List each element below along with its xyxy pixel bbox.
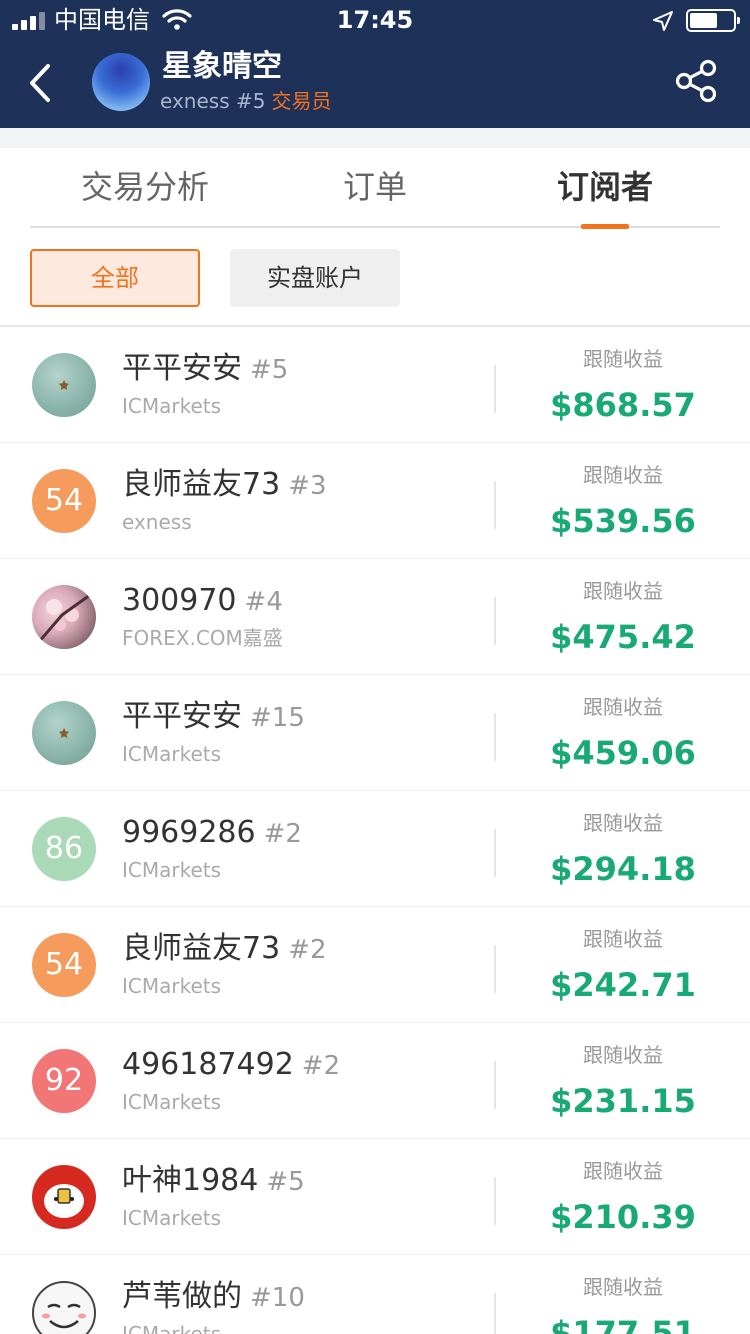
subscriber-row[interactable]: 300970 #4 FOREX.COM嘉盛 跟随收益 $475.42 <box>0 559 750 675</box>
follow-profit-label: 跟随收益 <box>583 695 663 719</box>
section-gap <box>0 128 750 148</box>
subscriber-row[interactable]: 叶神1984 #5 ICMarkets 跟随收益 $210.39 <box>0 1139 750 1255</box>
follow-profit-value: $231.15 <box>550 1082 696 1120</box>
follow-profit-value: $242.71 <box>550 966 696 1004</box>
follow-profit-value: $539.56 <box>550 502 696 540</box>
trader-role-badge: 交易员 <box>271 89 332 113</box>
back-arrow-icon[interactable] <box>22 58 62 108</box>
follow-profit-value: $294.18 <box>550 850 696 888</box>
subscriber-name: 良师益友73 #2 <box>122 931 327 966</box>
subscriber-name: 496187492 #2 <box>122 1047 341 1082</box>
subscriber-row[interactable]: 86 9969286 #2 ICMarkets 跟随收益 $294.18 <box>0 791 750 907</box>
subscriber-broker: ICMarkets <box>122 394 222 418</box>
follow-profit-value: $210.39 <box>550 1198 696 1236</box>
subscriber-rank: #5 <box>250 355 289 385</box>
star-icon <box>58 728 70 738</box>
subscriber-broker: exness <box>122 510 192 534</box>
active-tab-indicator <box>581 224 629 229</box>
blossom-icon <box>36 593 91 644</box>
subscriber-broker: ICMarkets <box>122 742 222 766</box>
green-number-avatar: 86 <box>32 817 96 881</box>
subscriber-name: 叶神1984 #5 <box>122 1163 305 1198</box>
subscriber-row[interactable]: 54 良师益友73 #3 exness 跟随收益 $539.56 <box>0 443 750 559</box>
tab-subscribers[interactable]: 订阅者 <box>490 162 720 212</box>
follow-profit-label: 跟随收益 <box>583 811 663 835</box>
filter-real-account-button[interactable]: 实盘账户 <box>230 249 400 307</box>
subscriber-name: 平平安安 #15 <box>122 699 305 734</box>
tab-bar: 交易分析 订单 订阅者 <box>30 148 720 228</box>
location-arrow-icon <box>653 11 673 31</box>
subscriber-name: 良师益友73 #3 <box>122 467 327 502</box>
subscriber-name: 芦苇做的 #10 <box>122 1279 305 1314</box>
follow-profit-label: 跟随收益 <box>583 1275 663 1299</box>
subscriber-broker: ICMarkets <box>122 1206 222 1230</box>
trader-account: exness #5 <box>160 89 266 113</box>
follow-profit-label: 跟随收益 <box>583 1159 663 1183</box>
top-header: 中国电信 17:45 星象晴空 exness #5 交易员 <box>0 0 750 128</box>
subscriber-rank: #2 <box>263 819 302 849</box>
status-bar: 中国电信 17:45 <box>0 0 750 40</box>
subscriber-broker: ICMarkets <box>122 1090 222 1114</box>
battery-icon <box>686 9 740 32</box>
subscriber-broker: ICMarkets <box>122 1322 222 1334</box>
subscriber-rank: #2 <box>301 1051 341 1081</box>
subscriber-broker: ICMarkets <box>122 858 222 882</box>
orange-number-avatar: 54 <box>32 933 96 997</box>
subscriber-rank: #15 <box>250 703 305 733</box>
trader-avatar[interactable] <box>92 53 150 111</box>
follow-profit-value: $475.42 <box>550 618 696 656</box>
subscriber-broker: ICMarkets <box>122 974 222 998</box>
follow-profit-label: 跟随收益 <box>583 927 663 951</box>
subscriber-row[interactable]: 54 良师益友73 #2 ICMarkets 跟随收益 $242.71 <box>0 907 750 1023</box>
smiley-icon <box>42 1303 86 1329</box>
follow-profit-label: 跟随收益 <box>583 1043 663 1067</box>
status-time: 17:45 <box>336 6 414 34</box>
share-icon[interactable] <box>674 58 720 104</box>
subscriber-rank: #5 <box>266 1167 305 1197</box>
smiley-face-avatar <box>32 1281 96 1334</box>
subscriber-name: 300970 #4 <box>122 583 283 618</box>
subscriber-rank: #3 <box>288 471 327 501</box>
subscriber-rank: #4 <box>244 587 283 617</box>
follow-profit-label: 跟随收益 <box>583 347 663 371</box>
jade-stone-avatar <box>32 701 96 765</box>
filter-all-button[interactable]: 全部 <box>30 249 200 307</box>
follow-profit-label: 跟随收益 <box>583 463 663 487</box>
orange-number-avatar: 54 <box>32 469 96 533</box>
jade-stone-avatar <box>32 353 96 417</box>
subscriber-broker: FOREX.COM嘉盛 <box>122 626 283 650</box>
subscriber-row[interactable]: 平平安安 #5 ICMarkets 跟随收益 $868.57 <box>0 327 750 443</box>
subscriber-name: 平平安安 #5 <box>122 351 289 386</box>
subscriber-row[interactable]: 平平安安 #15 ICMarkets 跟随收益 $459.06 <box>0 675 750 791</box>
tab-orders[interactable]: 订单 <box>260 162 490 212</box>
subscriber-rank: #2 <box>288 935 327 965</box>
star-icon <box>58 380 70 390</box>
subscriber-name: 9969286 #2 <box>122 815 302 850</box>
subscriber-rank: #10 <box>250 1283 305 1313</box>
cartoon-cat-avatar <box>32 1165 96 1229</box>
follow-profit-value: $868.57 <box>550 386 696 424</box>
trader-name: 星象晴空 <box>162 49 282 84</box>
flower-photo-avatar <box>32 585 96 649</box>
follow-profit-value: $459.06 <box>550 734 696 772</box>
subscriber-row[interactable]: 芦苇做的 #10 ICMarkets 跟随收益 $177.51 <box>0 1255 750 1334</box>
cat-icon <box>44 1184 84 1218</box>
red-number-avatar: 92 <box>32 1049 96 1113</box>
subscriber-row[interactable]: 92 496187492 #2 ICMarkets 跟随收益 $231.15 <box>0 1023 750 1139</box>
tab-trading-analysis[interactable]: 交易分析 <box>30 162 260 212</box>
follow-profit-label: 跟随收益 <box>583 579 663 603</box>
trader-subtitle: exness #5 交易员 <box>160 88 331 114</box>
follow-profit-value: $177.51 <box>550 1314 696 1334</box>
